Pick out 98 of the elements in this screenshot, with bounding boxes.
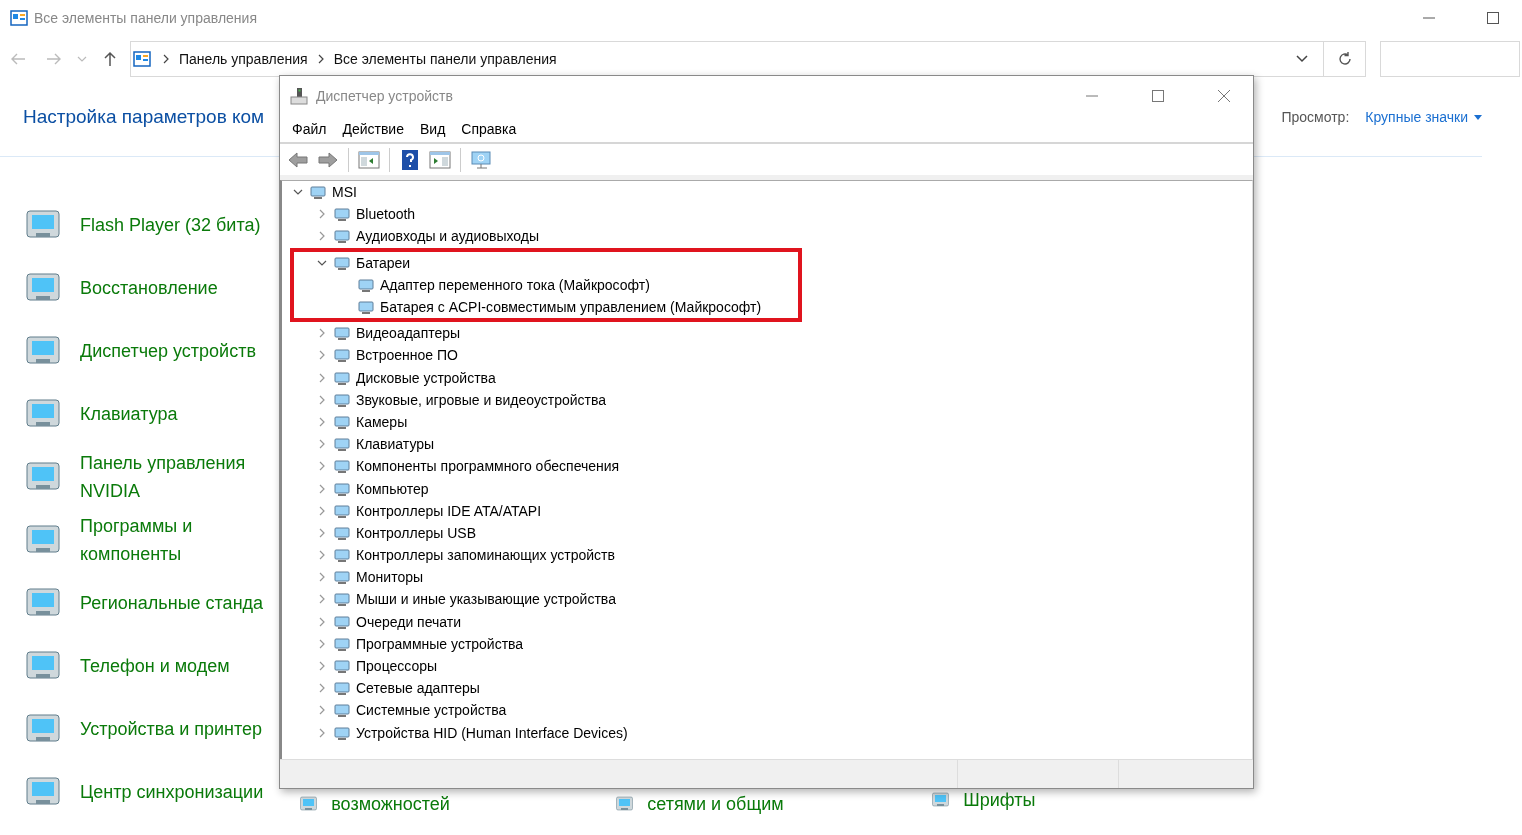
tree-item[interactable]: Мониторы [356, 569, 424, 586]
page-heading: Настройка параметров ком [23, 106, 265, 128]
tree-item[interactable]: Системные устройства [356, 702, 507, 719]
maximize-icon [1152, 90, 1164, 102]
tree-item[interactable]: Программные устройства [356, 635, 524, 652]
tree-item[interactable]: Очереди печати [356, 613, 462, 630]
device-icon [358, 276, 374, 293]
tree-item[interactable]: Звуковые, игровые и видеоустройства [356, 391, 607, 408]
tree-item[interactable]: Bluetooth [356, 206, 416, 223]
device-icon [334, 228, 350, 245]
tree-item[interactable]: Видеоадаптеры [356, 325, 461, 342]
tree-item[interactable]: Процессоры [356, 658, 438, 675]
device-icon [334, 391, 350, 408]
device-icon [334, 658, 350, 675]
tree-item[interactable]: Батарея с ACPI-совместимым управлением (Майкрософт) [380, 299, 762, 316]
refresh-icon [1336, 51, 1353, 67]
applet-link[interactable]: Центр синхронизации [24, 760, 264, 823]
up-arrow-icon [102, 51, 118, 67]
back-icon [287, 149, 309, 170]
window-title: Все элементы панели управления [34, 10, 258, 26]
chevron-right-icon [163, 54, 169, 64]
tree-item[interactable]: Контроллеры запоминающих устройств [356, 547, 615, 564]
tree-item[interactable]: Дисковые устройства [356, 369, 496, 386]
menu-item[interactable]: Вид [411, 121, 454, 137]
tree-item[interactable]: Контроллеры USB [356, 524, 476, 541]
device-icon [334, 569, 350, 586]
help-icon [399, 149, 421, 170]
back-icon [10, 51, 26, 67]
applet-link[interactable]: Flash Player (32 бита) [24, 193, 261, 256]
close-icon [1218, 90, 1230, 102]
applet-icon [615, 794, 636, 814]
applet-link[interactable]: Региональные станда [24, 571, 264, 634]
tree-item[interactable]: MSI [332, 184, 357, 201]
tree-item[interactable]: Камеры [356, 413, 408, 430]
search-field[interactable] [1380, 41, 1520, 77]
menu-item[interactable]: Справка [453, 121, 525, 137]
device-icon [334, 613, 350, 630]
window-title: Диспетчер устройств [316, 88, 454, 104]
tree-item[interactable]: Сетевые адаптеры [356, 680, 480, 697]
tree-item[interactable]: Мыши и иные указывающие устройства [356, 591, 616, 608]
view-label: Просмотр: [1281, 109, 1350, 125]
breadcrumb-link[interactable]: Панель управления [175, 51, 312, 67]
device-icon [334, 702, 350, 719]
computer-tower-icon [290, 87, 308, 105]
applet-link[interactable]: Телефон и модем [24, 634, 230, 697]
device-icon [310, 184, 326, 201]
device-icon [334, 524, 350, 541]
applet-link[interactable]: Диспетчер устройств [24, 319, 256, 382]
applet-link[interactable]: возможностей [299, 794, 450, 814]
device-icon [334, 206, 350, 223]
applet-link[interactable]: Восстановление [24, 256, 218, 319]
applet-link[interactable]: Панель управления NVIDIA [24, 445, 276, 508]
tree-item[interactable]: Компоненты программного обеспечения [356, 458, 620, 475]
caret-down-icon [1474, 114, 1482, 120]
view-dropdown[interactable]: Крупные значки [1365, 109, 1482, 125]
maximize-icon [1487, 12, 1499, 24]
device-icon [334, 254, 350, 271]
applet-link[interactable]: Клавиатура [24, 382, 178, 445]
device-icon [334, 458, 350, 475]
chevron-down-icon [1296, 55, 1308, 63]
applet-link[interactable]: Программы и компоненты [24, 508, 276, 571]
applet-icon [931, 790, 952, 810]
forward-icon [317, 149, 339, 170]
device-icon [334, 347, 350, 364]
control-panel-icon [10, 10, 28, 26]
device-icon [334, 369, 350, 386]
device-icon [334, 325, 350, 342]
device-icon [358, 299, 374, 316]
tree-item[interactable]: Клавиатуры [356, 436, 435, 453]
device-icon [334, 480, 350, 497]
device-icon [334, 724, 350, 741]
breadcrumb-link[interactable]: Все элементы панели управления [329, 51, 561, 67]
tree-item[interactable]: Устройства HID (Human Interface Devices) [356, 724, 628, 741]
tree-item[interactable]: Встроенное ПО [356, 347, 458, 364]
tree-item[interactable]: Аудиовходы и аудиовыходы [356, 228, 540, 245]
menu-item[interactable]: Действие [334, 121, 412, 137]
tree-item[interactable]: Контроллеры IDE ATA/ATAPI [356, 502, 542, 519]
tree-item[interactable]: Адаптер переменного тока (Майкрософт) [380, 276, 650, 293]
device-icon [334, 680, 350, 697]
tree-item[interactable]: Батареи [356, 254, 411, 271]
applet-icon [299, 794, 320, 814]
panel-icon [358, 149, 380, 170]
device-icon [334, 635, 350, 652]
applet-link[interactable]: Шрифты [931, 790, 1036, 810]
control-panel-icon [133, 51, 151, 67]
panel-icon [429, 149, 451, 170]
applet-link[interactable]: сетями и общим [615, 794, 784, 814]
chevron-right-icon [317, 54, 324, 64]
forward-icon [46, 51, 62, 67]
applet-link[interactable]: Устройства и принтер [24, 697, 263, 760]
device-icon [334, 436, 350, 453]
monitor-icon [470, 149, 492, 170]
menu-item[interactable]: Файл [284, 121, 335, 137]
tree-item[interactable]: Компьютер [356, 480, 429, 497]
device-icon [334, 502, 350, 519]
device-icon [334, 591, 350, 608]
device-icon [334, 547, 350, 564]
device-icon [334, 413, 350, 430]
